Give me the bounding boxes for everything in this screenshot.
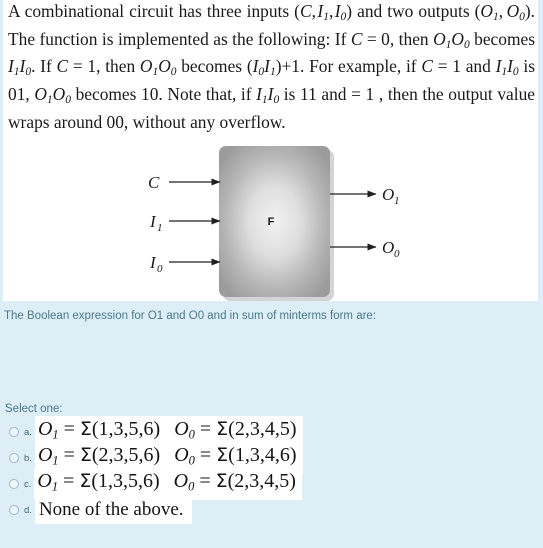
option-a-o0-var: O	[174, 417, 189, 440]
option-d-text: None of the above.	[34, 496, 192, 524]
option-a-o0-eq: =	[199, 417, 212, 440]
option-a-o1-sigma: Σ	[79, 417, 92, 440]
option-b-o1-sub: 1	[52, 453, 59, 468]
option-b-o1-var: O	[37, 443, 53, 466]
radio-button-d[interactable]	[9, 505, 19, 515]
option-c-o0-eq: =	[199, 469, 211, 492]
option-c-o0-var: O	[173, 469, 189, 492]
option-b-o0-sigma: Σ	[216, 443, 229, 466]
question-stem-card: A combinational circuit has three inputs…	[3, 0, 538, 301]
option-letter-b: b.	[24, 452, 32, 464]
radio-button-a[interactable]	[9, 427, 19, 437]
output-label-o0-subscript: 0	[394, 248, 400, 260]
diagram-function-box	[219, 146, 330, 297]
option-a-o1-terms: (1,3,5,6)	[91, 417, 161, 440]
option-b-o0-var: O	[174, 443, 189, 466]
option-b-o1-eq: =	[63, 443, 75, 466]
radio-button-b[interactable]	[9, 453, 19, 463]
option-b-o0-terms: (1,3,4,6)	[228, 443, 297, 466]
option-c-o1-sigma: Σ	[79, 469, 92, 492]
option-a-o0-sigma: Σ	[216, 417, 229, 440]
option-a-o0-terms: (2,3,4,5)	[228, 417, 297, 440]
option-b-o1-sigma: Σ	[79, 443, 92, 466]
input-label-c: C	[148, 173, 160, 192]
option-letter-a: a.	[24, 426, 32, 438]
input-label-i1: I	[149, 212, 157, 231]
option-a-o1-sub: 1	[52, 427, 59, 442]
option-c-o0-terms: (2,3,4,5)	[227, 469, 296, 492]
option-a-o0-sub: 0	[188, 427, 195, 442]
option-b-o0-sub: 0	[188, 453, 195, 468]
answer-option-c[interactable]: c. O1 = Σ(1,3,5,6) O0 = Σ(2,3,4,5)	[0, 467, 543, 501]
option-c-o0-sigma: Σ	[215, 469, 228, 492]
input-label-i1-subscript: 1	[157, 222, 163, 234]
output-label-o1: O	[382, 185, 394, 204]
option-letter-c: c.	[24, 478, 32, 490]
radio-button-c[interactable]	[9, 479, 19, 489]
option-a-o1-var: O	[37, 417, 53, 440]
option-c-o1-var: O	[37, 469, 52, 492]
circuit-block-diagram: C I 1 I 0 O 1 O 0 F	[3, 140, 538, 301]
option-b-o0-eq: =	[199, 443, 212, 466]
option-c-o1-eq: =	[63, 469, 75, 492]
option-c-expression: O1 = Σ(1,3,5,6) O0 = Σ(2,3,4,5)	[34, 467, 302, 501]
question-stem-text: A combinational circuit has three inputs…	[8, 1, 535, 132]
diagram-box-label: F	[268, 216, 275, 228]
option-c-o1-terms: (1,3,5,6)	[91, 469, 160, 492]
input-label-i0-subscript: 0	[157, 263, 163, 275]
option-letter-d: d.	[24, 504, 32, 516]
option-c-o0-sub: 0	[188, 479, 195, 494]
select-one-label: Select one:	[5, 403, 63, 415]
option-b-o1-terms: (2,3,5,6)	[91, 443, 161, 466]
option-c-o1-sub: 1	[51, 479, 59, 494]
answer-options-list: a. O1 = Σ(1,3,5,6) O0 = Σ(2,3,4,5) b. O1 …	[0, 415, 543, 524]
option-a-o1-eq: =	[63, 417, 75, 440]
answer-option-d[interactable]: d. None of the above.	[0, 496, 543, 524]
sum-of-minterms-prompt: The Boolean expression for O1 and O0 and…	[4, 310, 377, 322]
output-label-o1-subscript: 1	[394, 195, 400, 207]
output-label-o0: O	[382, 238, 394, 257]
input-label-i0: I	[149, 253, 157, 272]
